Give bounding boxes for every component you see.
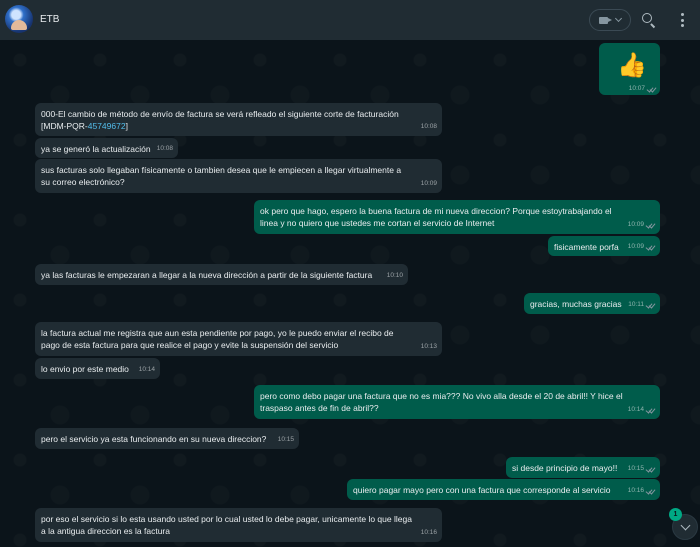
message-time: 10:08 xyxy=(420,123,437,130)
message-time: 10:16 xyxy=(420,529,437,536)
message-text: ya las facturas le empezaran a llegar a … xyxy=(41,270,373,280)
message-meta: 10:09 xyxy=(628,241,655,253)
message-time: 10:13 xyxy=(420,343,437,350)
message-text: 000-El cambio de método de envío de fact… xyxy=(41,109,399,119)
search-button[interactable] xyxy=(640,11,658,29)
message-meta: 10:08 xyxy=(421,121,437,133)
message-text: sus facturas solo llegaban físicamente o… xyxy=(41,165,404,187)
kebab-menu-button[interactable] xyxy=(678,12,686,28)
message-text: ya se generó la actualización xyxy=(41,144,151,154)
message-bubble[interactable]: ok pero que hago, espero la buena factur… xyxy=(254,200,660,234)
message-time: 10:11 xyxy=(628,301,644,308)
message-bubble[interactable]: pero como debo pagar una factura que no … xyxy=(254,385,660,419)
contact-name[interactable]: ETB xyxy=(40,14,59,25)
message-meta: 10:09 xyxy=(628,219,655,231)
message-text: la factura actual me registra que aun es… xyxy=(41,328,396,350)
message-time: 10:09 xyxy=(420,180,437,187)
message-meta: 10:16 xyxy=(421,527,437,539)
message-meta: 10:14 xyxy=(139,364,155,376)
message-meta: 10:16 xyxy=(628,485,655,497)
message-meta: 10:15 xyxy=(628,463,655,475)
message-meta: 10:13 xyxy=(421,341,437,353)
double-check-icon xyxy=(646,222,655,228)
message-bubble[interactable]: por eso el servicio si lo esta usando us… xyxy=(35,508,442,542)
message-meta: 10:07 xyxy=(629,85,656,92)
chevron-down-icon xyxy=(614,14,623,23)
message-time: 10:09 xyxy=(627,221,644,228)
message-meta: 10:10 xyxy=(387,270,403,282)
double-check-icon xyxy=(646,407,655,413)
message-text: pero el servicio ya esta funcionando en … xyxy=(41,434,267,444)
message-time: 10:14 xyxy=(627,406,644,413)
double-check-icon xyxy=(646,466,655,472)
message-text: ok pero que hago, espero la buena factur… xyxy=(260,206,614,228)
search-icon xyxy=(642,13,652,23)
message-bubble[interactable]: fisicamente porfa 10:09 xyxy=(548,236,660,256)
message-bubble[interactable]: pero el servicio ya esta funcionando en … xyxy=(35,428,299,449)
message-bubble[interactable]: gracias, muchas gracias 10:11 xyxy=(524,293,660,314)
chat-header: ETB xyxy=(0,0,700,40)
message-bubble[interactable]: la factura actual me registra que aun es… xyxy=(35,322,442,356)
message-text: lo envio por este medio xyxy=(41,364,129,374)
message-time: 10:16 xyxy=(627,487,644,494)
contact-avatar[interactable] xyxy=(5,5,33,33)
message-list[interactable]: 👍 10:07 000-El cambio de método de envío… xyxy=(0,40,700,547)
video-camera-icon xyxy=(599,16,612,24)
video-call-button[interactable] xyxy=(589,9,631,31)
double-check-icon xyxy=(646,244,655,250)
double-check-icon xyxy=(647,86,656,92)
message-time: 10:15 xyxy=(277,436,294,443)
message-bubble[interactable]: lo envio por este medio 10:14 xyxy=(35,358,160,379)
message-meta: 10:08 xyxy=(157,143,173,155)
message-meta: 10:15 xyxy=(278,434,294,446)
message-time: 10:10 xyxy=(386,272,403,279)
message-meta: 10:09 xyxy=(421,178,437,190)
message-time: 10:14 xyxy=(138,366,155,373)
double-check-icon xyxy=(646,302,655,308)
message-text: por eso el servicio si lo esta usando us… xyxy=(41,514,415,536)
message-text: pero como debo pagar una factura que no … xyxy=(260,391,625,413)
message-time: 10:15 xyxy=(627,465,644,472)
message-bubble[interactable]: quiero pagar mayo pero con una factura q… xyxy=(347,479,660,500)
thumbs-up-sticker: 👍 xyxy=(617,52,647,79)
unread-count-badge: 1 xyxy=(669,508,682,521)
message-bubble[interactable]: si desde principio de mayo!! 10:15 xyxy=(506,457,660,478)
message-bubble[interactable]: sus facturas solo llegaban físicamente o… xyxy=(35,159,442,193)
message-bubble[interactable]: ya las facturas le empezaran a llegar a … xyxy=(35,264,408,285)
sticker-message[interactable]: 👍 10:07 xyxy=(599,43,660,95)
message-meta: 10:11 xyxy=(628,299,655,311)
message-text: quiero pagar mayo pero con una factura q… xyxy=(353,485,611,495)
reference-link[interactable]: 45749672 xyxy=(88,121,126,131)
message-time: 10:08 xyxy=(156,145,173,152)
message-bubble[interactable]: 000-El cambio de método de envío de fact… xyxy=(35,103,442,136)
message-bubble[interactable]: ya se generó la actualización 10:08 xyxy=(35,138,178,158)
message-meta: 10:14 xyxy=(628,404,655,416)
message-time: 10:09 xyxy=(627,243,644,250)
kebab-menu-icon xyxy=(680,13,684,16)
chevron-down-icon xyxy=(680,520,691,531)
double-check-icon xyxy=(646,488,655,494)
message-time: 10:07 xyxy=(628,85,645,92)
